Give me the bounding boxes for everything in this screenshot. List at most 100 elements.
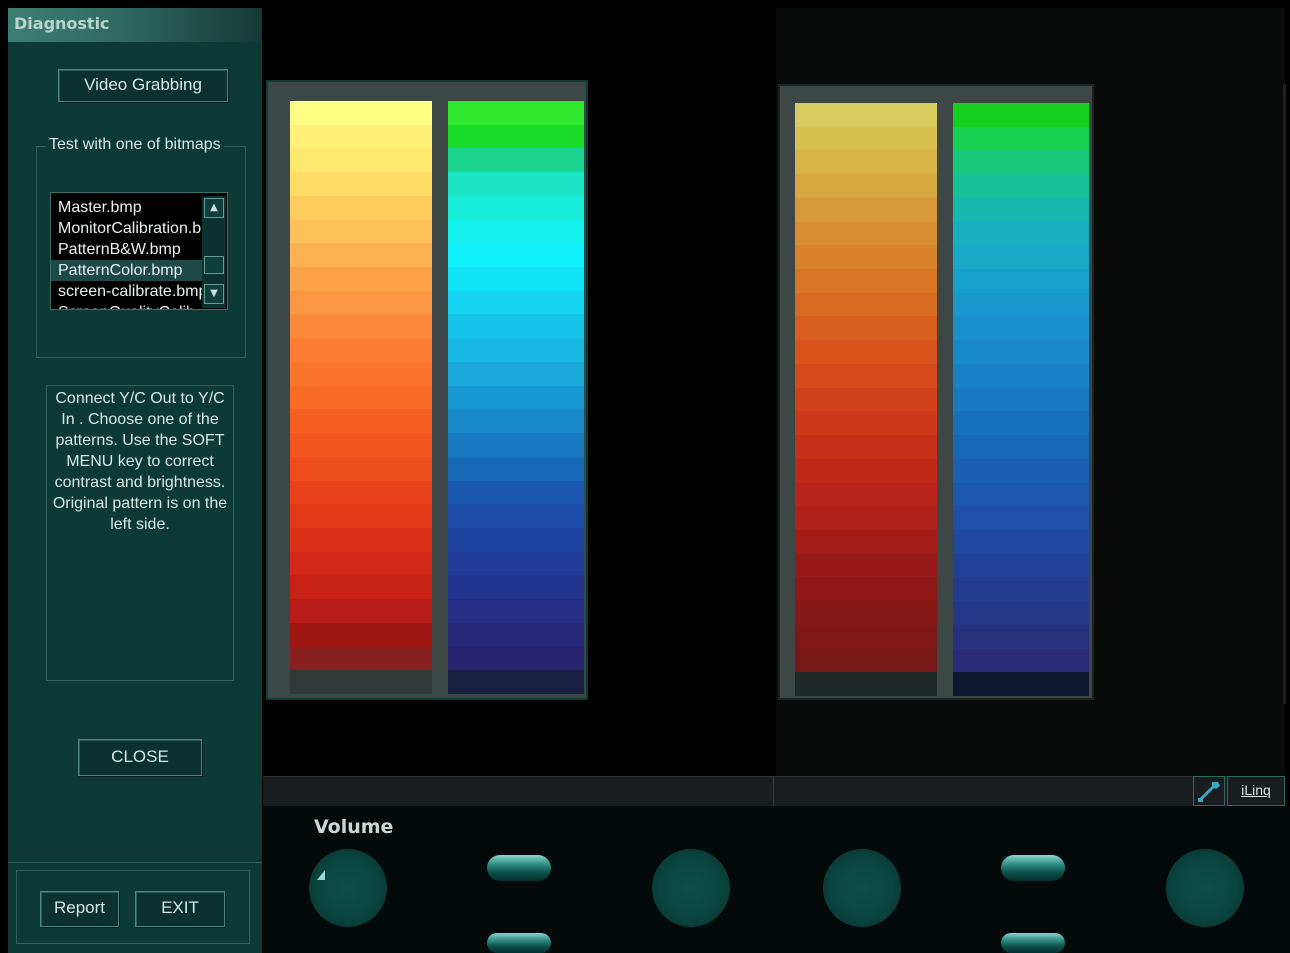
original-warm-band	[290, 101, 432, 127]
instructions-text: Connect Y/C Out to Y/C In . Choose one o…	[46, 385, 234, 681]
volume-label: Volume	[314, 816, 394, 838]
softkey-knob-4[interactable]	[1166, 849, 1244, 927]
original-cool-band	[448, 551, 584, 578]
bitmap-list-scrollbar[interactable]: ▲ ▼	[202, 196, 226, 308]
original-warm-band	[290, 409, 432, 435]
captured-warm-band	[795, 482, 937, 508]
captured-warm-band	[795, 245, 937, 271]
captured-warm-band	[795, 672, 937, 696]
original-warm-band	[290, 551, 432, 578]
original-cool-band	[448, 409, 584, 435]
original-cool-band	[448, 172, 584, 198]
bitmap-list-item[interactable]: MonitorCalibration.b	[51, 218, 203, 239]
captured-warm-band	[795, 458, 937, 485]
bitmap-list-item[interactable]: screen-calibrate.bmp	[51, 281, 203, 302]
original-warm-band	[290, 314, 432, 340]
volume-knob[interactable]	[309, 849, 387, 927]
softkey-rocker-down-1[interactable]	[487, 933, 551, 953]
softkey-rocker-up-1[interactable]	[487, 855, 551, 881]
ilinq-button[interactable]: iLinq	[1227, 776, 1285, 806]
softkey-knob-2[interactable]	[652, 849, 730, 927]
softkey-rocker-down-2[interactable]	[1001, 933, 1065, 953]
captured-cool-band	[953, 648, 1089, 675]
original-cool-band	[448, 527, 584, 554]
original-cool-band	[448, 267, 584, 293]
window-title: Diagnostic	[14, 14, 110, 33]
captured-warm-band	[795, 316, 937, 342]
original-cool-band	[448, 670, 584, 694]
captured-cool-band	[953, 387, 1089, 414]
captured-cool-band	[953, 601, 1089, 627]
video-grabbing-button[interactable]: Video Grabbing	[58, 69, 228, 102]
softkey-knob-3[interactable]	[823, 849, 901, 927]
original-cool-band	[448, 314, 584, 340]
captured-warm-band	[795, 387, 937, 414]
captured-warm-band	[795, 150, 937, 176]
bitmap-list-item[interactable]: PatternColor.bmp	[51, 260, 203, 281]
captured-warm-band	[795, 292, 937, 319]
original-warm-band	[290, 599, 432, 625]
captured-warm-band	[795, 601, 937, 627]
original-cool-band	[448, 338, 584, 364]
status-divider	[773, 777, 774, 806]
original-cool-band	[448, 195, 584, 222]
captured-warm-band	[795, 174, 937, 200]
close-button[interactable]: CLOSE	[78, 739, 202, 776]
captured-cool-band	[953, 458, 1089, 485]
scroll-thumb[interactable]	[204, 256, 224, 274]
original-cool-band	[448, 243, 584, 269]
captured-cool-band	[953, 269, 1089, 295]
captured-warm-band	[795, 648, 937, 675]
bitmap-group-label: Test with one of bitmaps	[46, 136, 224, 154]
captured-warm-band	[795, 529, 937, 556]
report-button[interactable]: Report	[40, 891, 119, 927]
captured-warm-band	[795, 411, 937, 437]
softkey-rocker-up-2[interactable]	[1001, 855, 1065, 881]
captured-cool-band	[953, 292, 1089, 319]
bitmap-list-item[interactable]: Master.bmp	[51, 197, 203, 218]
scroll-down-icon[interactable]: ▼	[204, 284, 224, 304]
original-cool-band	[448, 101, 584, 127]
captured-cool-band	[953, 103, 1089, 129]
captured-warm-band	[795, 553, 937, 580]
original-warm-band	[290, 670, 432, 694]
captured-cool-band	[953, 174, 1089, 200]
original-cool-band	[448, 575, 584, 601]
original-cool-strip	[448, 101, 584, 694]
captured-cool-band	[953, 197, 1089, 224]
original-warm-band	[290, 575, 432, 601]
original-warm-band	[290, 219, 432, 246]
original-warm-band	[290, 385, 432, 412]
captured-cool-band	[953, 316, 1089, 342]
captured-warm-band	[795, 221, 937, 248]
original-cool-band	[448, 456, 584, 483]
original-warm-band	[290, 243, 432, 269]
bitmap-list-item[interactable]: PatternB&W.bmp	[51, 239, 203, 260]
captured-warm-band	[795, 103, 937, 129]
captured-warm-band	[795, 340, 937, 366]
original-cool-band	[448, 219, 584, 246]
original-cool-band	[448, 148, 584, 174]
original-cool-band	[448, 385, 584, 412]
original-warm-band	[290, 172, 432, 198]
wrench-icon[interactable]	[1193, 776, 1225, 806]
captured-cool-band	[953, 221, 1089, 248]
captured-cool-band	[953, 624, 1089, 651]
original-cool-band	[448, 622, 584, 649]
original-warm-band	[290, 124, 432, 151]
softkey-panel	[263, 806, 1290, 953]
exit-button[interactable]: EXIT	[135, 891, 225, 927]
original-cool-band	[448, 504, 584, 530]
captured-warm-band	[795, 269, 937, 295]
captured-warm-band	[795, 577, 937, 603]
captured-cool-band	[953, 126, 1089, 153]
divider	[8, 862, 262, 863]
captured-cool-band	[953, 363, 1089, 390]
captured-cool-strip	[953, 103, 1089, 696]
scroll-up-icon[interactable]: ▲	[204, 198, 224, 218]
bitmap-list-item[interactable]: ScreenQualityCalib	[51, 302, 203, 309]
original-warm-band	[290, 433, 432, 459]
original-cool-band	[448, 361, 584, 388]
captured-warm-band	[795, 435, 937, 461]
captured-cool-band	[953, 672, 1089, 696]
